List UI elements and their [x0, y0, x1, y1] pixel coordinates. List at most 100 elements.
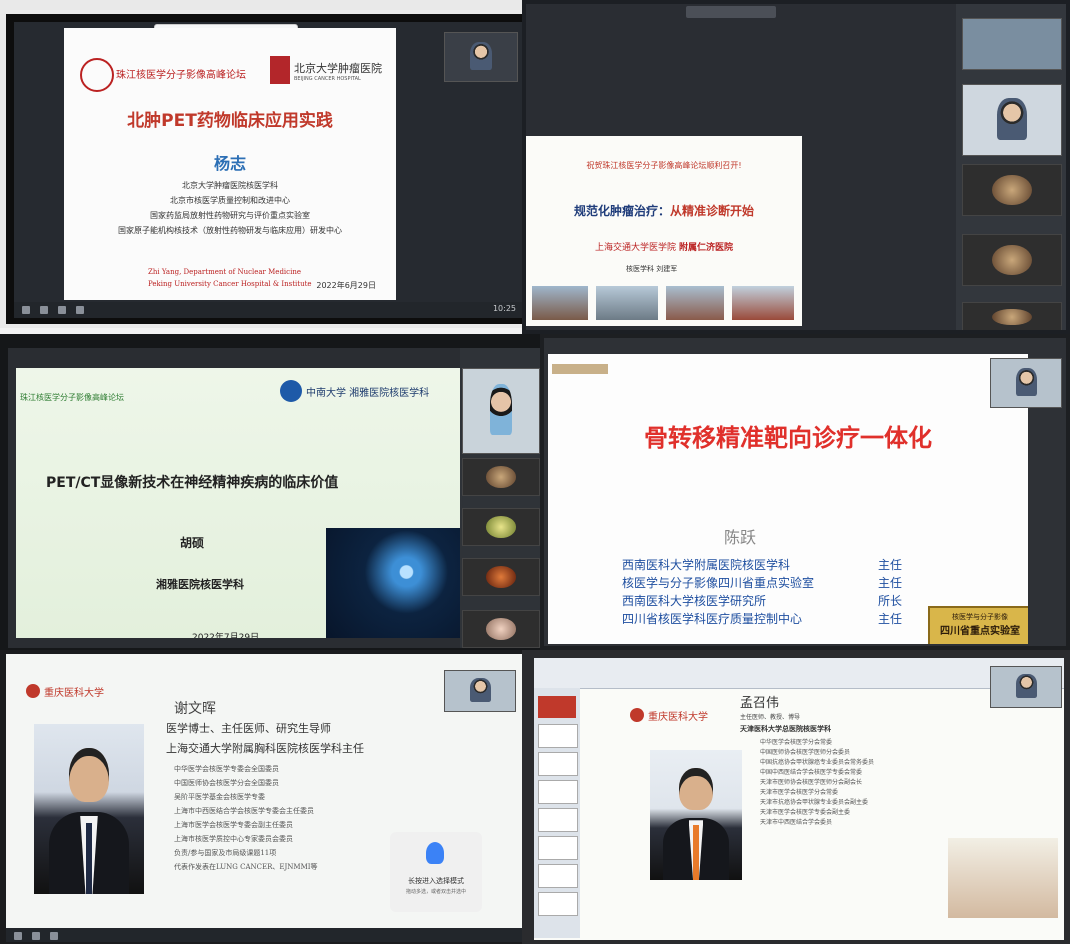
slide-thumbnail[interactable] — [538, 696, 576, 718]
speaker-title: 主任医师、教授、博导 — [740, 714, 801, 721]
touch-hint-card[interactable]: 长按进入选择模式 拖动多选，或者双击并选中 — [390, 832, 482, 912]
post-line: 天津市医师协会核医学医师分会副会长 — [760, 779, 863, 786]
taskbar-clock: 10:25 — [492, 304, 516, 313]
participant-video[interactable] — [962, 84, 1062, 156]
congrats-line: 祝贺珠江核医学分子影像高峰论坛顺利召开! — [586, 161, 742, 170]
hospital-logo-text: 北京大学肿瘤医院 — [294, 62, 382, 75]
monitor-photo-2: 祝贺珠江核医学分子影像高峰论坛顺利召开! 规范化肿瘤治疗：从精准诊断开始 上海交… — [522, 0, 1070, 334]
monitor-photo-1: 珠江核医学分子影像高峰论坛 北京大学肿瘤医院 BEIJING CANCER HO… — [0, 0, 522, 328]
slide-thumbnail[interactable] — [538, 724, 578, 748]
hand-icon — [426, 842, 444, 864]
post-line: 吴阶平医学基金会核医学专委 — [174, 793, 265, 801]
slide-thumbnail[interactable] — [538, 752, 578, 776]
monitor-photo-5: 重庆医科大学 谢文晖 医学博士、主任医师、研究生导师 上海交通大学附属胸科医院核… — [0, 650, 522, 944]
participant-avatar[interactable] — [962, 302, 1062, 330]
post-line: 中华医学会核医学分会常委 — [760, 739, 833, 746]
screen-3: 珠江核医学分子影像高峰论坛 中南大学 湘雅医院核医学科 PET/CT显像新技术在… — [8, 348, 540, 648]
speaker-dept: 上海交通大学附属胸科医院核医学科主任 — [166, 742, 364, 755]
slide-date: 2022年7月29日 — [192, 633, 260, 638]
post-line: 天津市抗癌协会甲状腺专业委员会副主委 — [760, 799, 869, 806]
affiliation-line: 国家原子能机构核技术（放射性药物研发与临床应用）研发中心 — [118, 226, 342, 235]
slide-title: 北肿PET药物临床应用实践 — [127, 111, 333, 131]
slide-1: 珠江核医学分子影像高峰论坛 北京大学肿瘤医院 BEIJING CANCER HO… — [64, 28, 396, 300]
role-title: 主任 — [877, 612, 902, 626]
slide-thumbnail[interactable] — [538, 892, 578, 916]
post-line: 上海市医学会核医学专委会副主任委员 — [174, 821, 293, 829]
role-row: 西南医科大学核医学研究所 所长 — [622, 592, 902, 610]
building-photo — [666, 286, 724, 320]
affiliation-line: 北京市核医学质量控制和改进中心 — [170, 196, 290, 205]
participant-avatar[interactable] — [462, 508, 540, 546]
speaker-video[interactable] — [990, 358, 1062, 408]
slide-thumbnail[interactable] — [538, 864, 578, 888]
monitor-photo-6: 重庆医科大学 孟召伟 主任医师、教授、博导 天津医科大学总医院核医学科 中华医学… — [522, 650, 1070, 944]
role-title: 主任 — [877, 558, 902, 572]
speaker-video[interactable] — [444, 32, 518, 82]
search-icon[interactable] — [32, 932, 40, 940]
start-icon[interactable] — [14, 932, 22, 940]
participant-avatar[interactable] — [462, 458, 540, 496]
monitor-photo-4: 骨转移精准靶向诊疗一体化 陈跃 西南医科大学附属医院核医学科 主任 核医学与分子影… — [540, 334, 1070, 650]
institution-b: 附属仁济医院 — [678, 243, 733, 253]
role-row: 西南医科大学附属医院核医学科 主任 — [622, 556, 902, 574]
forum-header: 珠江核医学分子影像高峰论坛 — [20, 393, 124, 402]
speaker-photo — [34, 724, 144, 894]
university-logo: 重庆医科大学 — [44, 688, 104, 699]
taskbar: 10:25 — [14, 302, 522, 318]
participant-avatar[interactable] — [962, 164, 1062, 216]
speaker-title: 医学博士、主任医师、研究生导师 — [166, 722, 331, 735]
speaker-line: 核医学科 刘建军 — [626, 265, 678, 273]
speaker-dept: 湘雅医院核医学科 — [156, 578, 244, 591]
post-line: 负责/参与国家及市局级课题11项 — [174, 849, 277, 857]
search-icon[interactable] — [40, 306, 48, 314]
post-line: 中国医师协会核医学医师分会委员 — [760, 749, 851, 756]
slide-3: 珠江核医学分子影像高峰论坛 中南大学 湘雅医院核医学科 PET/CT显像新技术在… — [16, 368, 460, 638]
app-icon[interactable] — [76, 306, 84, 314]
video-sidebar — [956, 4, 1066, 330]
plaque-line: 核医学与分子影像 — [952, 613, 1008, 621]
slide-thumbnail[interactable] — [538, 780, 578, 804]
start-icon[interactable] — [22, 306, 30, 314]
app-icon[interactable] — [50, 932, 58, 940]
hint-line: 拖动多选，或者双击并选中 — [405, 889, 466, 895]
speaker-dept: 天津医科大学总医院核医学科 — [740, 725, 831, 733]
speaker-name: 杨志 — [213, 154, 246, 173]
speaker-photo — [650, 750, 742, 880]
affiliation-line: 北京大学肿瘤医院核医学科 — [182, 181, 278, 190]
screen-1: 珠江核医学分子影像高峰论坛 北京大学肿瘤医院 BEIJING CANCER HO… — [14, 22, 522, 318]
speaker-name: 孟召伟 — [740, 696, 780, 711]
affiliation-list: 北京大学肿瘤医院核医学科 北京市核医学质量控制和改进中心 国家药监局放射性药物研… — [64, 178, 396, 238]
participant-avatar[interactable] — [462, 558, 540, 596]
speaker-video[interactable] — [444, 670, 516, 712]
title-part-a: 规范化肿瘤治疗： — [573, 204, 670, 218]
slide-thumbnail[interactable] — [538, 808, 578, 832]
screen-4: 骨转移精准靶向诊疗一体化 陈跃 西南医科大学附属医院核医学科 主任 核医学与分子影… — [544, 338, 1066, 646]
app-icon[interactable] — [58, 306, 66, 314]
participant-avatar[interactable] — [962, 234, 1062, 286]
institution-a: 上海交通大学医学院 — [595, 243, 677, 253]
role-org: 西南医科大学附属医院核医学科 — [622, 558, 791, 572]
speaker-video[interactable] — [990, 666, 1062, 708]
forum-seal-icon — [80, 58, 114, 92]
building-photo — [596, 286, 658, 320]
slide-thumbnail[interactable] — [538, 836, 578, 860]
post-line: 天津市医学会核医学专委会副主委 — [760, 809, 851, 816]
top-logo — [552, 364, 608, 374]
monitor-photo-3: 珠江核医学分子影像高峰论坛 中南大学 湘雅医院核医学科 PET/CT显像新技术在… — [0, 334, 540, 650]
speaker-name: 胡硕 — [180, 536, 205, 550]
post-line: 中国医师协会核医学分会全国委员 — [174, 779, 279, 787]
participant-video[interactable] — [462, 368, 540, 454]
participant-avatar[interactable] — [462, 610, 540, 648]
post-line: 代表作发表在LUNG CANCER、EJNMMI等 — [174, 863, 318, 871]
english-name: Zhi Yang, Department of Nuclear Medicine — [148, 268, 301, 276]
slide-date: 2022年6月29日 — [316, 281, 376, 290]
post-line: 中华医学会核医学专委会全国委员 — [174, 765, 279, 773]
post-line: 上海市中西医结合学会核医学专委会主任委员 — [174, 807, 314, 815]
role-title: 所长 — [877, 594, 902, 608]
slide-thumbnail-pane[interactable] — [534, 688, 580, 938]
slide-2: 祝贺珠江核医学分子影像高峰论坛顺利召开! 规范化肿瘤治疗：从精准诊断开始 上海交… — [526, 136, 802, 326]
affiliation-line: 国家药监局放射性药物研究与评价重点实验室 — [150, 211, 310, 220]
participant-video[interactable] — [962, 18, 1062, 70]
xiangya-logo-text: 中南大学 湘雅医院核医学科 — [306, 388, 430, 399]
forum-header: 珠江核医学分子影像高峰论坛 — [116, 70, 246, 81]
